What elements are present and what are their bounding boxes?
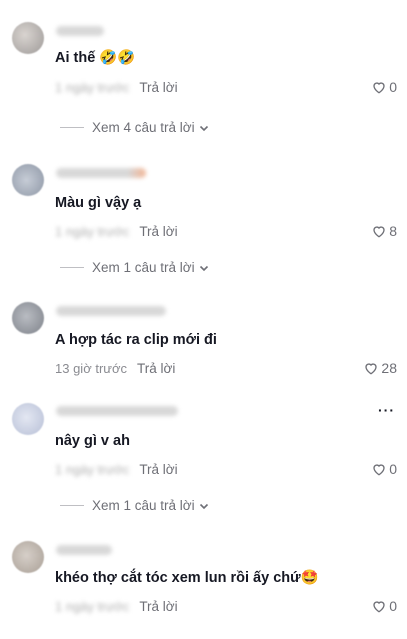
heart-outline-icon <box>373 226 385 238</box>
view-replies-button[interactable]: Xem 4 câu trả lời <box>60 120 209 135</box>
avatar[interactable] <box>12 302 44 334</box>
comment-text: Màu gì vậy ạ <box>55 195 142 211</box>
comment-text: nây gì v ah <box>55 433 130 449</box>
like-button[interactable]: 0 <box>371 598 397 614</box>
comment-text: A hợp tác ra clip mới đi <box>55 332 217 348</box>
reply-button[interactable]: Trả lời <box>139 224 177 239</box>
comment-time: 13 giờ trước <box>55 360 127 376</box>
heart-outline-icon <box>373 82 385 94</box>
like-count: 0 <box>389 79 397 95</box>
username[interactable] <box>56 545 112 555</box>
view-replies-button[interactable]: Xem 1 câu trả lời <box>60 498 209 513</box>
avatar[interactable] <box>12 22 44 54</box>
view-replies-button[interactable]: Xem 1 câu trả lời <box>60 260 209 275</box>
avatar[interactable] <box>12 164 44 196</box>
reply-button[interactable]: Trả lời <box>139 599 177 614</box>
divider-line <box>60 267 84 268</box>
comment-text: khéo thợ cắt tóc xem lun rồi ấy chứ🤩 <box>55 570 319 586</box>
like-button[interactable]: 0 <box>371 461 397 477</box>
like-button[interactable]: 8 <box>371 223 397 239</box>
like-button[interactable]: 0 <box>371 79 397 95</box>
divider-line <box>60 505 84 506</box>
avatar[interactable] <box>12 403 44 435</box>
comment-time: 1 ngày trước <box>55 223 130 239</box>
username[interactable] <box>56 26 104 36</box>
like-count: 0 <box>389 461 397 477</box>
comment-meta: 1 ngày trước Trả lời <box>55 460 178 478</box>
avatar[interactable] <box>12 541 44 573</box>
comment-time: 1 ngày trước <box>55 79 130 95</box>
like-button[interactable]: 28 <box>363 360 397 376</box>
view-replies-label: Xem 1 câu trả lời <box>92 260 195 275</box>
comment-text: Ai thế 🤣🤣 <box>55 50 136 66</box>
comment-meta: 1 ngày trước Trả lời <box>55 597 178 615</box>
chevron-down-icon <box>199 125 208 131</box>
comment-meta: 13 giờ trước Trả lời <box>55 359 175 377</box>
more-dots-icon[interactable]: ··· <box>378 402 395 418</box>
like-count: 8 <box>389 223 397 239</box>
view-replies-label: Xem 1 câu trả lời <box>92 498 195 513</box>
comment-meta: 1 ngày trước Trả lời <box>55 222 178 240</box>
comment-time: 1 ngày trước <box>55 598 130 614</box>
reply-button[interactable]: Trả lời <box>139 80 177 95</box>
heart-outline-icon <box>373 464 385 476</box>
username[interactable] <box>56 168 146 178</box>
view-replies-label: Xem 4 câu trả lời <box>92 120 195 135</box>
reply-button[interactable]: Trả lời <box>139 462 177 477</box>
like-count: 28 <box>381 360 397 376</box>
reply-button[interactable]: Trả lời <box>137 361 175 376</box>
chevron-down-icon <box>199 503 208 509</box>
chevron-down-icon <box>199 265 208 271</box>
heart-outline-icon <box>373 601 385 613</box>
divider-line <box>60 127 84 128</box>
username[interactable] <box>56 306 166 316</box>
username[interactable] <box>56 406 178 416</box>
like-count: 0 <box>389 598 397 614</box>
comment-time: 1 ngày trước <box>55 461 130 477</box>
heart-outline-icon <box>365 363 378 375</box>
comment-meta: 1 ngày trước Trả lời <box>55 78 178 96</box>
